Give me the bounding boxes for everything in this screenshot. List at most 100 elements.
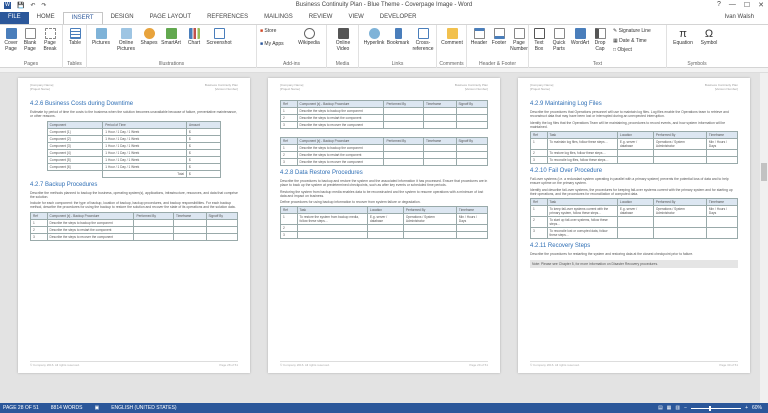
tab-review[interactable]: REVIEW <box>301 12 341 24</box>
page-count[interactable]: PAGE 28 OF 51 <box>3 405 39 411</box>
drop-cap-button[interactable]: Drop Cap <box>591 28 609 52</box>
restore-table: Ref Task Location Performed By Timeframe 1 To… <box>280 206 489 240</box>
tab-mailings[interactable]: MAILINGS <box>256 12 301 24</box>
zoom-in-button[interactable]: + <box>745 405 748 411</box>
tab-home[interactable]: HOME <box>29 12 63 24</box>
shapes-icon <box>143 28 155 39</box>
cross-reference-icon <box>417 28 429 39</box>
cover-page-button[interactable]: Cover Page <box>2 28 20 52</box>
tab-references[interactable]: REFERENCES <box>199 12 256 24</box>
my-apps-button[interactable]: ■ My Apps <box>260 41 290 47</box>
section-heading: 4.2.7 Backup Procedures <box>30 181 98 188</box>
page-header: [Company Name] [Project Name] Business Con… <box>530 83 738 91</box>
group-pages: Cover Page Blank Page Page Break Pages <box>0 25 63 68</box>
tab-page-layout[interactable]: PAGE LAYOUT <box>142 12 199 24</box>
pictures-button[interactable]: Pictures <box>90 28 112 46</box>
tab-file[interactable]: FILE <box>0 12 29 24</box>
cover-page-icon <box>5 28 17 39</box>
chart-button[interactable]: Chart <box>185 28 203 46</box>
smartart-icon <box>165 28 177 39</box>
signature-line-button[interactable]: ✎ Signature Line <box>613 28 667 34</box>
backup-table: Ref Component [x] - Backup Procedure Perfo… <box>280 100 489 129</box>
shapes-button[interactable]: Shapes <box>139 28 159 46</box>
screenshot-button[interactable]: Screenshot <box>204 28 234 46</box>
read-mode-icon[interactable]: ▤ <box>658 405 663 411</box>
smartart-button[interactable]: SmartArt <box>159 28 183 46</box>
window-title: Business Continuity Plan - Blue Theme - … <box>295 2 473 8</box>
cross-reference-button[interactable]: Cross-reference <box>410 28 436 52</box>
vertical-scrollbar[interactable] <box>760 73 768 403</box>
footer-button[interactable]: Footer <box>489 28 509 46</box>
page-number-icon <box>513 28 525 39</box>
maximize-button[interactable]: ☐ <box>744 1 750 9</box>
title-bar: W 💾 ↶ ↷ Business Continuity Plan - Blue … <box>0 0 768 12</box>
ribbon-tabs: FILE HOME INSERT DESIGN PAGE LAYOUT REFE… <box>0 12 768 24</box>
ribbon: Cover Page Blank Page Page Break Pages T… <box>0 24 768 68</box>
my-apps-icon: ■ <box>260 41 264 47</box>
document-page[interactable]: [Company Name] [Project Name] Business Con… <box>518 78 750 373</box>
ruler[interactable] <box>0 68 768 73</box>
section-heading: 4.2.8 Data Restore Procedures <box>280 170 363 176</box>
date-time-button[interactable]: ▦ Date & Time <box>613 38 667 44</box>
zoom-slider[interactable] <box>691 405 742 411</box>
symbol-icon: Ω <box>704 28 714 40</box>
comment-icon <box>446 28 458 39</box>
wikipedia-button[interactable]: Wikipedia <box>295 28 323 46</box>
zoom-level[interactable]: 60% <box>752 405 762 411</box>
tab-developer[interactable]: DEVELOPER <box>372 12 425 24</box>
hyperlink-button[interactable]: Hyperlink <box>362 28 386 46</box>
text-box-button[interactable]: Text Box <box>530 28 548 52</box>
zoom-control: ▤ ▦ ▥ − + 60% <box>658 405 762 411</box>
tab-design[interactable]: DESIGN <box>103 12 142 24</box>
page-header: [Company Name] [Project Name] Business Con… <box>30 83 238 91</box>
user-name[interactable]: Ivan Walsh <box>725 14 754 20</box>
comment-button[interactable]: Comment <box>440 28 464 46</box>
store-icon: ■ <box>260 28 264 34</box>
close-button[interactable]: ✕ <box>758 1 764 9</box>
group-illustrations: Pictures Online Pictures Shapes SmartArt… <box>87 25 257 68</box>
section-heading: 4.2.6 Business Costs during Downtime <box>30 101 134 107</box>
signature-line-icon: ✎ <box>613 28 618 34</box>
section-heading: 4.2.11 Recovery Steps <box>530 243 591 250</box>
document-page[interactable]: [Company Name] [Project Name] Business Con… <box>268 78 500 373</box>
quick-parts-button[interactable]: Quick Parts <box>549 28 569 52</box>
equation-button[interactable]: π Equation <box>670 28 696 46</box>
page-break-button[interactable]: Page Break <box>41 28 59 52</box>
table-button[interactable]: Table <box>66 28 84 46</box>
tab-insert[interactable]: INSERT <box>62 12 103 24</box>
word-count[interactable]: 8814 WORDS <box>51 405 83 411</box>
group-header-footer: Header Footer Page Number Header & Foote… <box>467 25 529 68</box>
chart-icon <box>188 28 200 39</box>
group-text: Text Box Quick Parts WordArt Drop Cap ✎ … <box>529 25 667 68</box>
wordart-button[interactable]: WordArt <box>570 28 590 46</box>
document-page[interactable]: [Company Name] [Project Name] Business Con… <box>18 78 250 373</box>
zoom-slider-thumb[interactable] <box>709 405 712 411</box>
proofing-icon[interactable]: ▣ <box>94 405 99 411</box>
page-number-button[interactable]: Page Number <box>509 28 529 52</box>
zoom-out-button[interactable]: − <box>684 405 687 411</box>
scroll-thumb[interactable] <box>761 163 767 181</box>
object-button[interactable]: □ Object <box>613 47 667 53</box>
blank-page-button[interactable]: Blank Page <box>21 28 39 52</box>
blank-page-icon <box>24 28 36 39</box>
language[interactable]: ENGLISH (UNITED STATES) <box>111 405 176 411</box>
bookmark-icon <box>394 28 402 39</box>
web-layout-icon[interactable]: ▥ <box>675 405 680 411</box>
minimize-button[interactable]: — <box>729 1 736 9</box>
symbol-button[interactable]: Ω Symbol <box>697 28 721 46</box>
wordart-icon <box>574 28 586 39</box>
page-header: [Company Name] [Project Name] Business Con… <box>280 83 488 91</box>
print-layout-icon[interactable]: ▦ <box>667 405 672 411</box>
tab-view[interactable]: VIEW <box>340 12 371 24</box>
note-box: Note: Please see Chapter 5, for more inf… <box>530 259 738 268</box>
online-video-button[interactable]: Online Video <box>330 28 356 52</box>
header-icon <box>473 28 485 39</box>
header-button[interactable]: Header <box>469 28 489 46</box>
online-pictures-button[interactable]: Online Pictures <box>114 28 138 52</box>
bookmark-button[interactable]: Bookmark <box>386 28 410 46</box>
group-tables: Table Tables <box>63 25 87 68</box>
help-button[interactable]: ? <box>717 1 721 9</box>
log-files-table: Ref Task Location Performed By Timeframe 1 To… <box>530 131 739 165</box>
store-button[interactable]: ■ Store <box>260 28 290 34</box>
status-bar: PAGE 28 OF 51 8814 WORDS ▣ ENGLISH (UNIT… <box>0 403 768 413</box>
